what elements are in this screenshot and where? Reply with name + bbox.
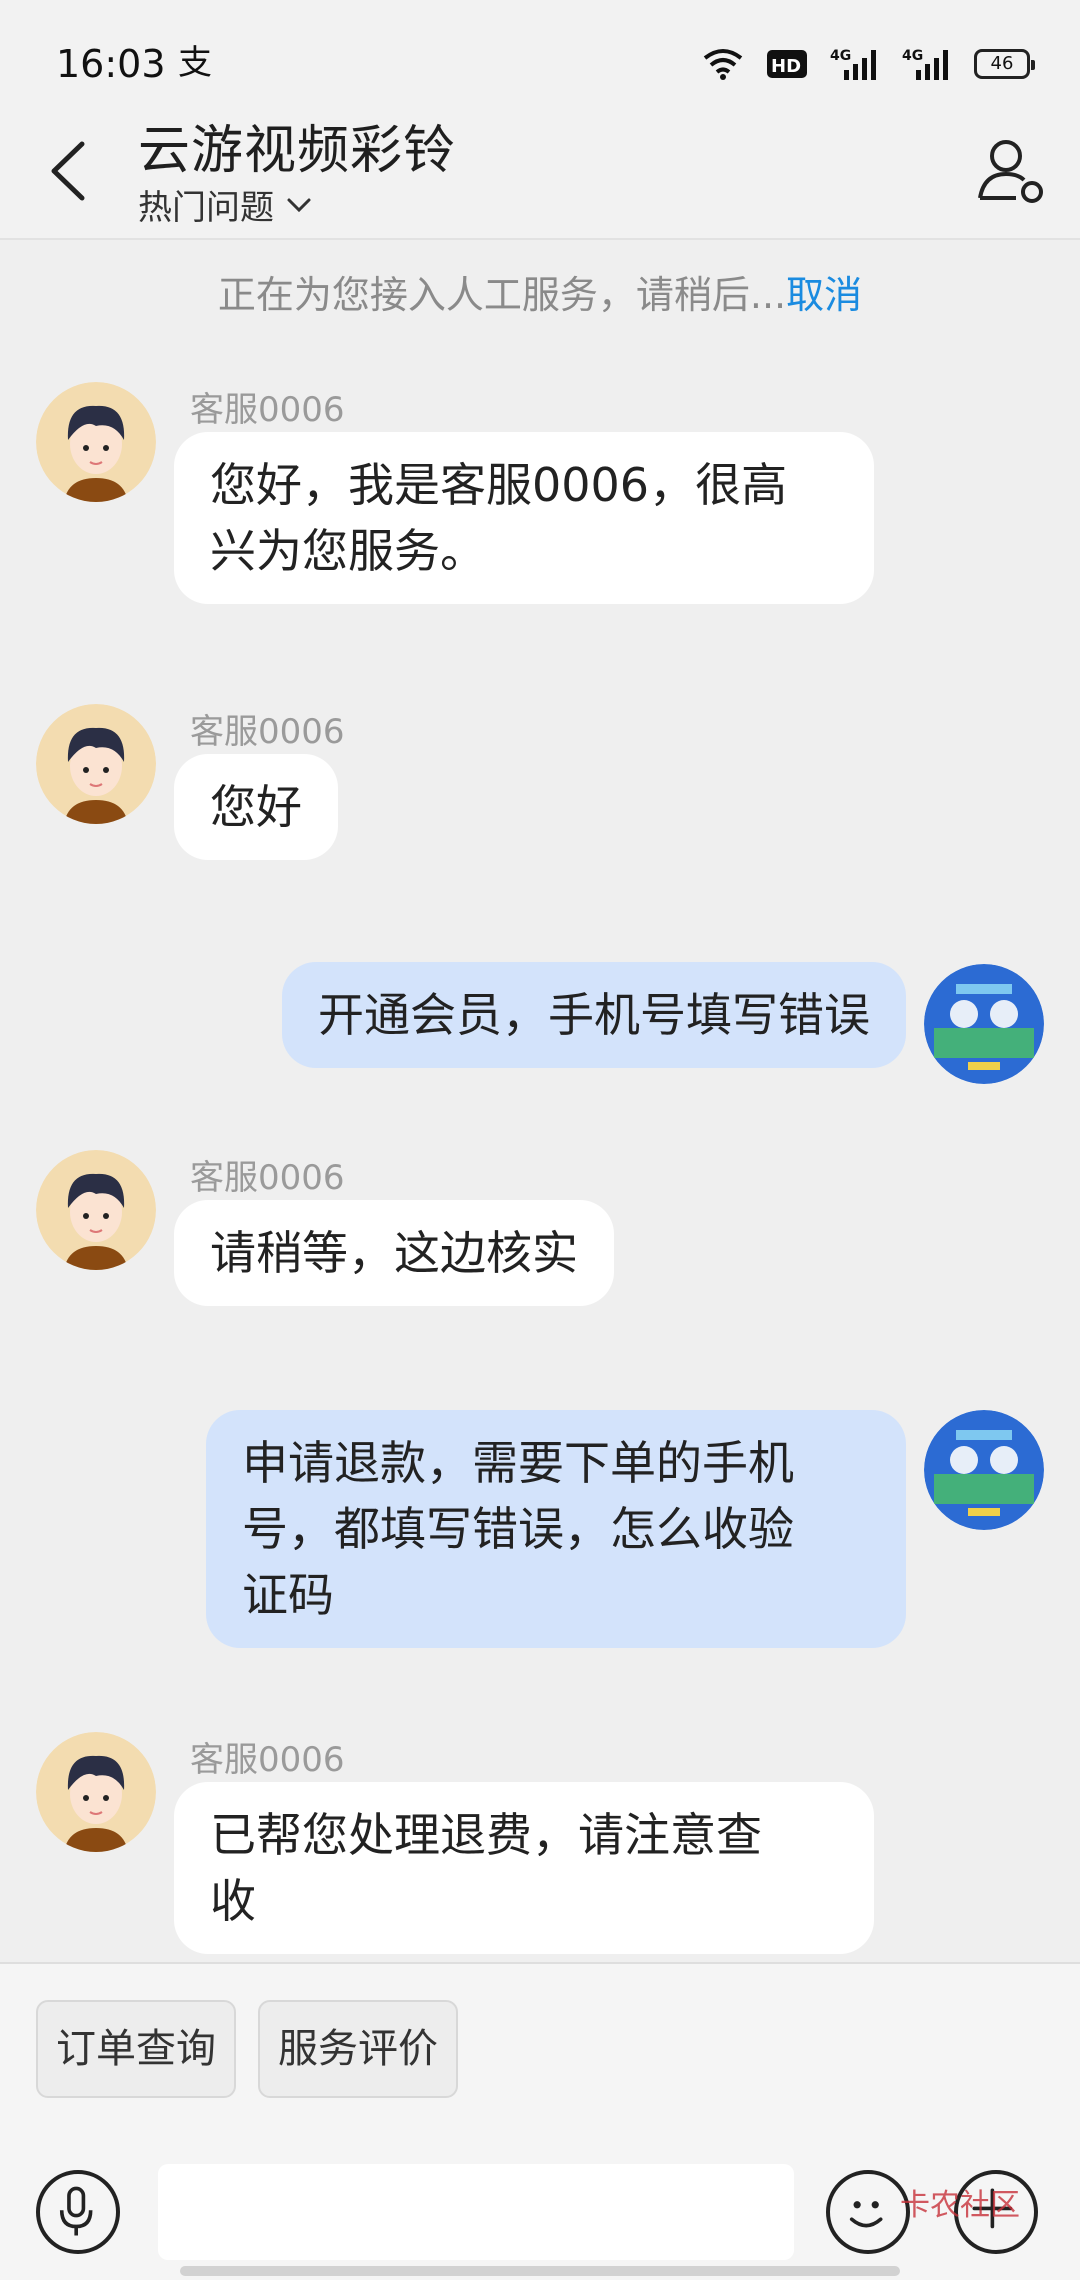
- message-bubble[interactable]: 您好: [174, 754, 338, 860]
- message-row: 开通会员，手机号填写错误: [0, 962, 1080, 1092]
- hd-icon: HD: [767, 50, 807, 78]
- page-title: 云游视频彩铃: [138, 121, 457, 181]
- cancel-link[interactable]: 取消: [786, 273, 862, 317]
- agent-avatar: [36, 704, 156, 824]
- chat-area[interactable]: 正在为您接入人工服务，请稍后...取消 客服0006 您好，我是客服0006，很…: [0, 242, 1080, 1962]
- bottom-bar: 订单查询 服务评价: [0, 1962, 1080, 2280]
- message-line: 号，都填写错误，怎么收验: [242, 1502, 794, 1556]
- message-bubble[interactable]: 开通会员，手机号填写错误: [282, 962, 906, 1068]
- message-line: 已帮您处理退费，请注意查: [210, 1808, 762, 1862]
- message-bubble[interactable]: 申请退款，需要下单的手机 号，都填写错误，怎么收验 证码: [206, 1410, 906, 1648]
- user-settings-icon[interactable]: [976, 136, 1046, 206]
- chat-header: 云游视频彩铃 热门问题: [0, 100, 1080, 240]
- network-a-label: 4G: [830, 48, 851, 64]
- message-input[interactable]: [158, 2164, 794, 2260]
- emoji-icon[interactable]: [826, 2170, 910, 2254]
- message-line: 兴为您服务。: [210, 524, 486, 578]
- signal-4g-icon: 4G: [830, 48, 876, 80]
- user-avatar: [924, 1410, 1044, 1530]
- watermark-logo: 卡农社区: [900, 2188, 1020, 2223]
- service-rating-button[interactable]: 服务评价: [258, 2000, 458, 2098]
- message-row: 客服0006 请稍等，这边核实: [0, 1150, 1080, 1330]
- agent-avatar: [36, 1732, 156, 1852]
- message-line: 证码: [242, 1568, 334, 1622]
- message-bubble[interactable]: 请稍等，这边核实: [174, 1200, 614, 1306]
- agent-avatar: [36, 1150, 156, 1270]
- sender-name: 客服0006: [190, 1740, 345, 1780]
- message-row: 客服0006 已帮您处理退费，请注意查 收: [0, 1732, 1080, 1962]
- message-bubble[interactable]: 您好，我是客服0006，很高 兴为您服务。: [174, 432, 874, 604]
- status-icons: HD 4G 4G 46: [702, 44, 1035, 84]
- hd-label: HD: [771, 56, 801, 77]
- sender-name: 客服0006: [190, 390, 345, 430]
- status-time: 16:03: [56, 42, 166, 86]
- agent-avatar: [36, 382, 156, 502]
- message-row: 客服0006 您好，我是客服0006，很高 兴为您服务。: [0, 382, 1080, 604]
- signal-4g-icon-2: 4G: [902, 48, 948, 80]
- hot-questions-dropdown[interactable]: 热门问题: [138, 180, 312, 229]
- message-line: 开通会员，手机号填写错误: [318, 988, 870, 1042]
- chevron-down-icon: [287, 198, 311, 212]
- chevron-left-icon[interactable]: [40, 136, 100, 206]
- message-row: 申请退款，需要下单的手机 号，都填写错误，怎么收验 证码: [0, 1410, 1080, 1670]
- battery-icon: 46: [974, 49, 1035, 79]
- connecting-notice: 正在为您接入人工服务，请稍后...取消: [0, 264, 1080, 319]
- message-line: 收: [210, 1874, 256, 1928]
- sender-name: 客服0006: [190, 712, 345, 752]
- microphone-icon[interactable]: [36, 2170, 120, 2254]
- message-line: 您好: [210, 780, 302, 834]
- alipay-notification-icon: 支: [178, 43, 212, 83]
- sender-name: 客服0006: [190, 1158, 345, 1198]
- connecting-text: 正在为您接入人工服务，请稍后...: [217, 273, 787, 317]
- home-indicator[interactable]: [180, 2266, 900, 2276]
- wifi-icon: [703, 49, 743, 80]
- message-line: 请稍等，这边核实: [210, 1226, 578, 1280]
- hot-questions-label: 热门问题: [138, 188, 274, 228]
- order-query-button[interactable]: 订单查询: [36, 2000, 236, 2098]
- message-line: 申请退款，需要下单的手机: [242, 1436, 794, 1490]
- message-bubble[interactable]: 已帮您处理退费，请注意查 收: [174, 1782, 874, 1954]
- message-line: 您好，我是客服0006，很高: [210, 458, 788, 512]
- user-avatar: [924, 964, 1044, 1084]
- message-row: 客服0006 您好: [0, 704, 1080, 884]
- network-b-label: 4G: [902, 48, 923, 64]
